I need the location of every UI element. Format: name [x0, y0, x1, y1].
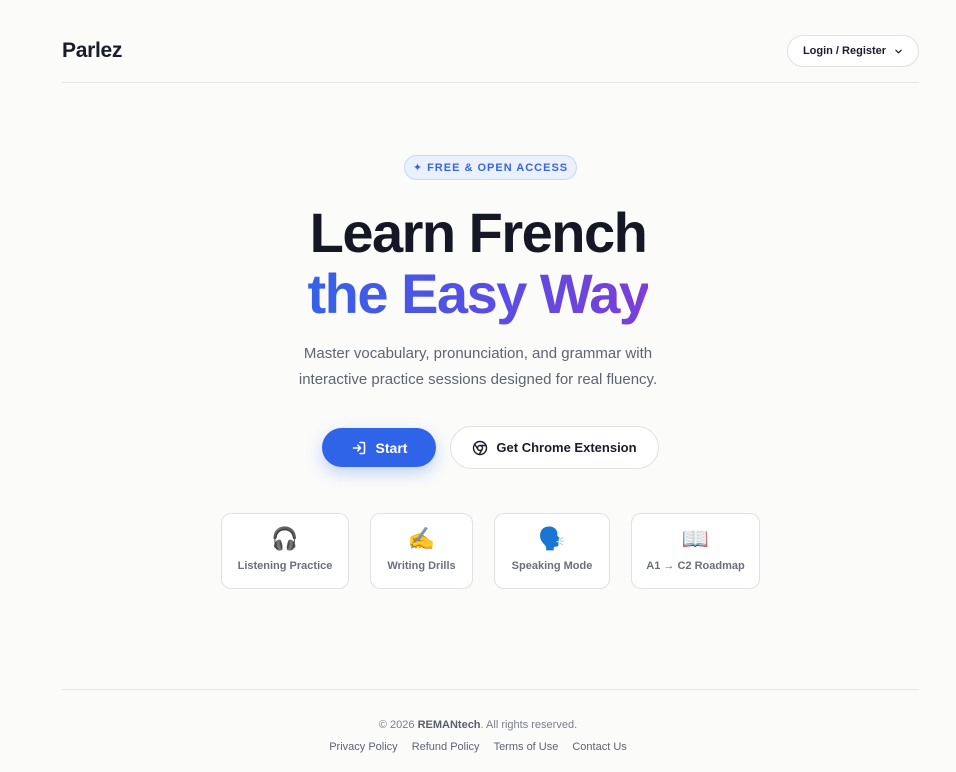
writing-hand-icon: ✍️ [407, 526, 436, 551]
chrome-icon [473, 440, 488, 455]
hero-title: Learn French [309, 201, 648, 264]
sign-in-icon [352, 441, 365, 454]
feature-label: Speaking Mode [511, 560, 593, 572]
feature-label: Listening Practice [237, 560, 333, 572]
copyright: © 2026 REMANtech. All rights reserved. [0, 719, 956, 731]
copyright-suffix: . All rights reserved. [480, 719, 578, 731]
hero-title-highlight: the Easy Way [0, 263, 956, 325]
feature-card-roadmap[interactable]: 📖 A1 → C2 Roadmap [631, 513, 760, 589]
feature-label: Writing Drills [387, 560, 456, 572]
open-book-icon: 📖 [681, 526, 710, 551]
footer-links: Privacy Policy Refund Policy Terms of Us… [0, 741, 956, 753]
chrome-extension-button[interactable]: Get Chrome Extension [450, 426, 659, 469]
hero-title-gradient-text: the Easy Way [307, 262, 650, 325]
sparkle-icon: ✦ [412, 162, 424, 174]
feature-label: A1 → C2 Roadmap [646, 560, 745, 572]
footer-link-refund[interactable]: Refund Policy [412, 741, 480, 753]
login-register-button[interactable]: Login / Register [787, 35, 919, 67]
footer-link-terms[interactable]: Terms of Use [494, 741, 559, 753]
copyright-prefix: © 2026 [378, 719, 415, 731]
feature-card-speaking[interactable]: 🗣️ Speaking Mode [494, 513, 610, 589]
login-register-label: Login / Register [802, 45, 887, 57]
footer-link-privacy[interactable]: Privacy Policy [329, 741, 397, 753]
chrome-extension-label: Get Chrome Extension [496, 440, 637, 455]
free-access-badge: ✦ FREE & OPEN ACCESS [404, 155, 577, 180]
badge-label: FREE & OPEN ACCESS [427, 161, 569, 174]
subtitle-line-1: Master vocabulary, pronunciation, and gr… [303, 345, 653, 362]
chevron-down-icon [895, 49, 902, 53]
subtitle-line-2: interactive practice sessions designed f… [298, 371, 658, 388]
headphones-icon: 🎧 [271, 526, 299, 551]
feature-card-listening[interactable]: 🎧 Listening Practice [221, 513, 349, 589]
start-label: Start [375, 439, 408, 456]
footer-divider [62, 689, 919, 690]
hero-subtitle: Master vocabulary, pronunciation, and gr… [0, 341, 956, 393]
feature-card-writing[interactable]: ✍️ Writing Drills [370, 513, 473, 589]
footer-link-contact[interactable]: Contact Us [572, 741, 626, 753]
speaking-head-icon: 🗣️ [538, 526, 566, 551]
company-name: REMANtech [417, 719, 481, 731]
logo[interactable]: Parlez [62, 39, 122, 63]
site-header: Parlez Login / Register [62, 0, 919, 83]
landing-page: Parlez Login / Register ✦ FREE & OPEN AC… [0, 0, 956, 772]
start-button[interactable]: Start [322, 428, 436, 467]
